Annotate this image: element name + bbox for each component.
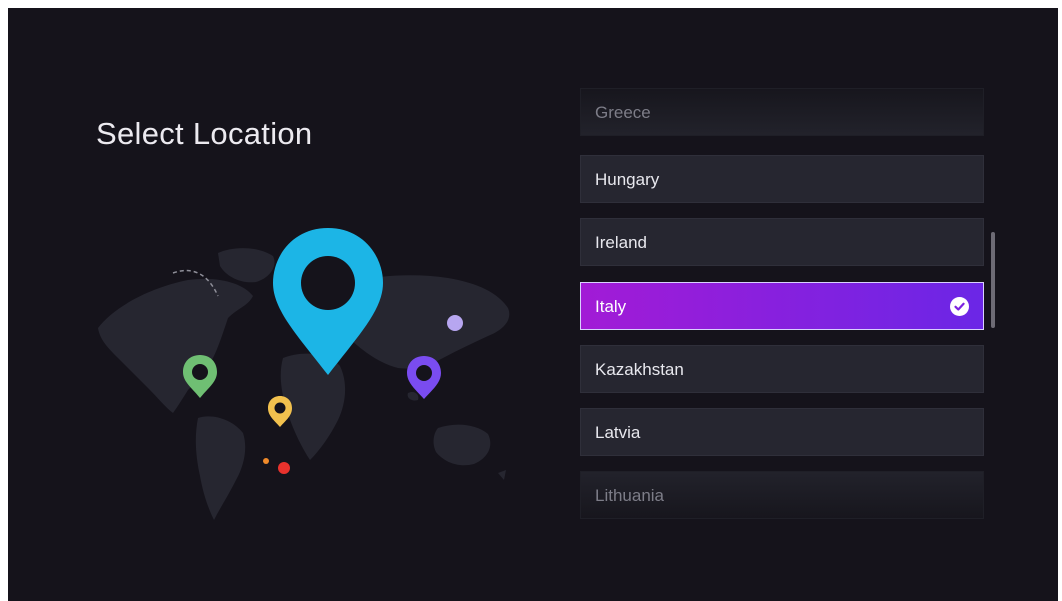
world-map-svg [98, 228, 510, 520]
list-item-latvia[interactable]: Latvia [580, 408, 984, 456]
world-map-illustration [78, 208, 548, 528]
continent-greenland [218, 248, 275, 283]
island-1 [498, 470, 506, 480]
check-circle-icon [950, 297, 969, 316]
lavender-dot [447, 315, 463, 331]
green-pin [183, 355, 217, 398]
list-item-label: Greece [595, 103, 651, 122]
list-item-label: Hungary [595, 170, 660, 189]
scrollbar[interactable] [991, 232, 995, 328]
red-dot [278, 462, 290, 474]
continent-north-america [98, 278, 253, 413]
yellow-pin [268, 396, 292, 427]
list-item-kazakhstan[interactable]: Kazakhstan [580, 345, 984, 393]
continent-australia [433, 424, 491, 466]
list-item-label: Kazakhstan [595, 360, 684, 379]
main-pin [273, 228, 383, 375]
list-item-label: Ireland [595, 233, 647, 252]
island-2 [407, 391, 419, 401]
list-item-label: Lithuania [595, 486, 665, 505]
list-item-ireland[interactable]: Ireland [580, 218, 984, 266]
continent-south-america [195, 416, 246, 520]
location-list[interactable]: Greece Hungary Ireland Italy Kazakhstan … [580, 88, 986, 528]
list-item-label: Italy [595, 297, 627, 316]
page-title: Select Location [96, 116, 313, 151]
list-item-hungary[interactable]: Hungary [580, 155, 984, 203]
list-item-greece[interactable]: Greece [580, 88, 984, 136]
orange-dot [263, 458, 269, 464]
list-item-lithuania[interactable]: Lithuania [580, 471, 984, 519]
screen: Select Location Greece Hungary Ireland I… [8, 8, 1058, 601]
list-item-italy[interactable]: Italy [580, 282, 984, 330]
list-item-label: Latvia [595, 423, 641, 442]
